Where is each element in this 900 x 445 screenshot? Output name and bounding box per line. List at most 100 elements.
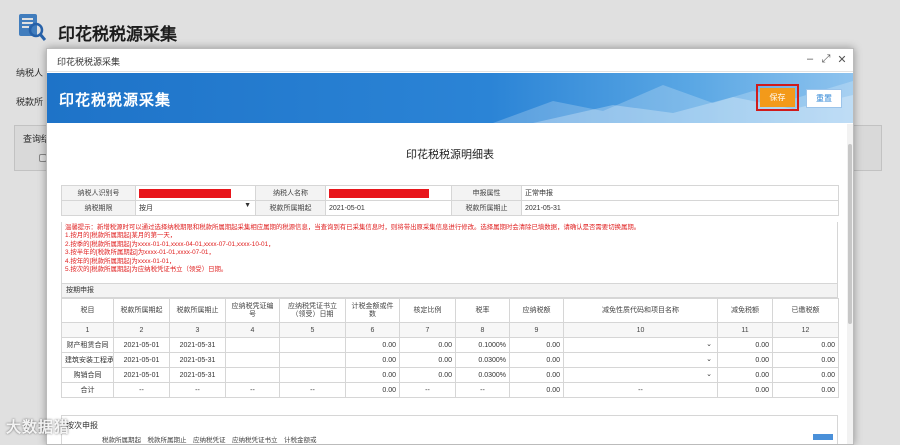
ratio-cell: 0.00 bbox=[399, 337, 456, 353]
redacted-block bbox=[329, 188, 429, 198]
total-tax-cell: 0.00 bbox=[509, 382, 564, 398]
voucher-date-input[interactable] bbox=[279, 352, 346, 368]
tax-payable-cell: 0.00 bbox=[509, 337, 564, 353]
end-date-cell: 2021-05-31 bbox=[169, 337, 226, 353]
total-relief-cell: 0.00 bbox=[717, 382, 773, 398]
per-time-columns: 税款所属期起 税款所属期止 应纳税凭证 应纳税凭证书立 计税金额或 bbox=[102, 437, 317, 444]
start-date-cell: 2021-05-01 bbox=[113, 367, 170, 383]
per-time-declare-heading: 按次申报 bbox=[66, 421, 98, 430]
paid-amount-cell: 0.00 bbox=[772, 352, 839, 368]
column-number-row: 1 2 3 4 5 6 7 8 9 10 11 12 bbox=[61, 322, 839, 338]
column-header: 应纳税额 bbox=[509, 298, 564, 323]
scrollbar-thumb[interactable] bbox=[848, 144, 852, 324]
reset-button[interactable]: 重置 bbox=[806, 89, 842, 108]
ratio-cell: 0.00 bbox=[399, 352, 456, 368]
total-row: 合计 -- -- -- -- 0.00 -- -- 0.00 -- 0.00 0… bbox=[61, 382, 839, 398]
tip-line: 3.按半年的[税款所属期起]为xxxx-01-01,xxxx-07-01， bbox=[65, 249, 215, 257]
paid-amount-cell: 0.00 bbox=[772, 337, 839, 353]
taxpayer-name-label: 纳税人名称 bbox=[255, 185, 326, 201]
table-header-row: 税目 税款所属期起 税款所属期止 应纳税凭证编号 应纳税凭证书立（领受）日期 计… bbox=[61, 298, 839, 323]
tax-payable-cell: 0.00 bbox=[509, 367, 564, 383]
period-start-label: 税款所属期起 bbox=[255, 200, 326, 216]
dash-cell: -- bbox=[279, 382, 346, 398]
voucher-date-input[interactable] bbox=[279, 367, 346, 383]
column-number: 6 bbox=[345, 322, 400, 338]
column-header: 减免税额 bbox=[717, 298, 773, 323]
period-type-label: 纳税期限 bbox=[61, 200, 136, 216]
dash-cell: -- bbox=[399, 382, 456, 398]
taxpayer-info-table: 纳税人识别号 纳税人名称 申报属性 正常申报 纳税期限 按月 ▼ 税款所属期起 2… bbox=[61, 185, 839, 216]
end-date-cell: 2021-05-31 bbox=[169, 367, 226, 383]
voucher-date-input[interactable] bbox=[279, 337, 346, 353]
table-row: 财产租赁合同 2021-05-01 2021-05-31 0.00 0.00 0… bbox=[61, 337, 839, 353]
tip-line: 2.按季的[税款所属期起]为xxxx-01-01,xxxx-04-01,xxxx… bbox=[65, 240, 275, 248]
column-number: 10 bbox=[563, 322, 718, 338]
paid-amount-cell: 0.00 bbox=[772, 367, 839, 383]
period-type-select[interactable]: 按月 ▼ bbox=[135, 200, 256, 216]
banner-title: 印花税税源采集 bbox=[59, 92, 172, 109]
period-start-input[interactable]: 2021-05-01 bbox=[325, 200, 452, 216]
voucher-no-input[interactable] bbox=[225, 337, 280, 353]
relief-amount-cell: 0.00 bbox=[717, 337, 773, 353]
table-row: 建筑安装工程承 2021-05-01 2021-05-31 0.00 0.00 … bbox=[61, 352, 839, 368]
relief-amount-cell: 0.00 bbox=[717, 367, 773, 383]
column-number: 9 bbox=[509, 322, 564, 338]
periodic-declare-section: 按期申报 bbox=[61, 284, 838, 298]
tip-line: 温馨提示：新增税源时可以通过选择纳税期限和税款所属期起采集相应属期的税源信息，当… bbox=[65, 224, 641, 231]
chevron-down-icon: ⌄ bbox=[706, 371, 712, 378]
dash-cell: -- bbox=[169, 382, 226, 398]
warm-tips: 温馨提示：新增税源时可以通过选择纳税期限和税款所属期起采集相应属期的税源信息，当… bbox=[61, 222, 838, 284]
chevron-down-icon: ⌄ bbox=[706, 341, 712, 348]
taxpayer-name-value bbox=[325, 185, 452, 201]
total-label: 合计 bbox=[61, 382, 114, 398]
column-header: 应纳税凭证编号 bbox=[225, 298, 280, 323]
relief-code-select[interactable]: ⌄ bbox=[563, 367, 718, 383]
column-number: 5 bbox=[279, 322, 346, 338]
voucher-no-input[interactable] bbox=[225, 367, 280, 383]
add-row-button[interactable] bbox=[813, 434, 833, 440]
minimize-icon[interactable]: – bbox=[803, 53, 817, 65]
end-date-cell: 2021-05-31 bbox=[169, 352, 226, 368]
tip-line: 1.按月的[税款所属期起]某月的第一天， bbox=[65, 232, 177, 240]
tax-item-cell: 财产租赁合同 bbox=[61, 337, 114, 353]
column-number: 11 bbox=[717, 322, 773, 338]
voucher-no-input[interactable] bbox=[225, 352, 280, 368]
per-time-declare-section: 按次申报 税款所属期起 税款所属期止 应纳税凭证 应纳税凭证书立 计税金额或 bbox=[61, 415, 838, 444]
total-paid-cell: 0.00 bbox=[772, 382, 839, 398]
total-amount-cell: 0.00 bbox=[345, 382, 400, 398]
column-header: 税目 bbox=[61, 298, 114, 323]
tip-line: 5.按次的[税款所属期起]为应纳税凭证书立（领受）日期。 bbox=[65, 266, 228, 274]
ratio-cell: 0.00 bbox=[399, 367, 456, 383]
dropdown-arrow-icon: ▼ bbox=[244, 202, 251, 209]
dash-cell: -- bbox=[563, 382, 718, 398]
relief-code-select[interactable]: ⌄ bbox=[563, 337, 718, 353]
redacted-block bbox=[139, 188, 231, 198]
watermark-text: 大数据猎 bbox=[6, 419, 71, 436]
taxpayer-id-label: 纳税人识别号 bbox=[61, 185, 136, 201]
tax-source-modal: 印花税税源采集 – ⤢ ✕ 印花税税源采集 保存 重置 印花税税源明细表 纳税人… bbox=[46, 48, 854, 445]
column-header: 核定比例 bbox=[399, 298, 456, 323]
close-icon[interactable]: ✕ bbox=[835, 53, 849, 66]
modal-scrollbar[interactable] bbox=[847, 124, 853, 444]
period-end-input[interactable]: 2021-05-31 bbox=[521, 200, 839, 216]
table-row: 购销合同 2021-05-01 2021-05-31 0.00 0.00 0.0… bbox=[61, 367, 839, 383]
column-header: 税款所属期起 bbox=[113, 298, 170, 323]
tax-payable-cell: 0.00 bbox=[509, 352, 564, 368]
maximize-icon[interactable]: ⤢ bbox=[819, 53, 833, 66]
tax-detail-table: 税目 税款所属期起 税款所属期止 应纳税凭证编号 应纳税凭证书立（领受）日期 计… bbox=[61, 298, 839, 398]
amount-input[interactable]: 0.00 bbox=[345, 337, 400, 353]
column-header: 应纳税凭证书立（领受）日期 bbox=[279, 298, 346, 323]
rate-cell: 0.0300% bbox=[455, 352, 510, 368]
amount-input[interactable]: 0.00 bbox=[345, 367, 400, 383]
relief-code-select[interactable]: ⌄ bbox=[563, 352, 718, 368]
modal-titlebar: 印花税税源采集 – ⤢ ✕ bbox=[47, 49, 853, 72]
save-button[interactable]: 保存 bbox=[760, 88, 795, 107]
chevron-down-icon: ⌄ bbox=[706, 356, 712, 363]
amount-input[interactable]: 0.00 bbox=[345, 352, 400, 368]
column-number: 1 bbox=[61, 322, 114, 338]
declare-attr-value: 正常申报 bbox=[521, 185, 839, 201]
start-date-cell: 2021-05-01 bbox=[113, 337, 170, 353]
rate-cell: 0.0300% bbox=[455, 367, 510, 383]
column-number: 2 bbox=[113, 322, 170, 338]
modal-banner: 印花税税源采集 bbox=[47, 73, 853, 123]
